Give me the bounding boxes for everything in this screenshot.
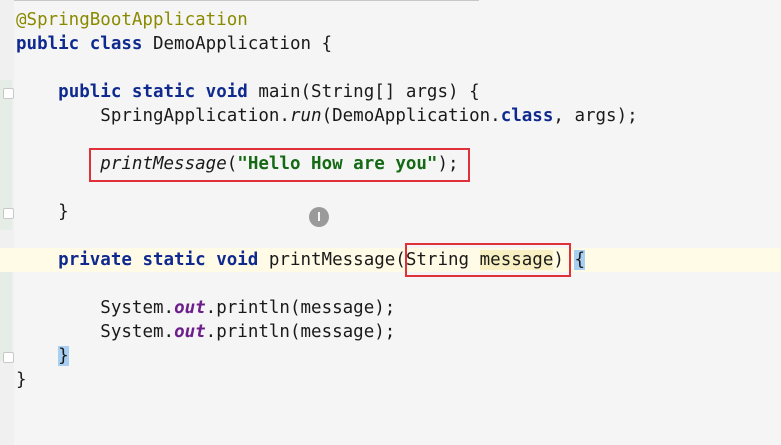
code-line-16: }	[16, 368, 776, 392]
code-text: SpringApplication.	[100, 106, 290, 126]
code-line-5: SpringApplication.run(DemoApplication.cl…	[16, 104, 776, 128]
closing-brace: }	[58, 202, 69, 222]
code-text: , args);	[553, 106, 638, 126]
code-line-11: private static void printMessage(String …	[16, 248, 776, 272]
code-text: System.	[100, 298, 175, 318]
code-line-13: System.out.println(message);	[16, 296, 776, 320]
fold-icon[interactable]	[3, 88, 14, 99]
code-line-4: public static void main(String[] args) {	[16, 80, 776, 104]
code-text: )	[553, 250, 564, 270]
param-name: message	[479, 250, 554, 270]
code-line-1: @SpringBootApplication	[16, 8, 776, 32]
code-text: (	[226, 154, 238, 174]
editor-top-rule	[14, 0, 479, 1]
code-line-15: }	[16, 344, 776, 368]
method-signature: main(String[] args) {	[247, 82, 480, 102]
annotation: @SpringBootApplication	[16, 10, 248, 30]
code-line-14: System.out.println(message);	[16, 320, 776, 344]
class-name: DemoApplication {	[142, 34, 333, 54]
code-text: .println(message);	[205, 298, 396, 318]
keyword: public static void	[58, 82, 248, 102]
method-name: printMessage(	[258, 250, 406, 270]
code-text: (DemoApplication.	[321, 106, 501, 126]
fold-icon[interactable]	[3, 208, 14, 219]
editor-gutter	[0, 0, 14, 445]
matched-brace: }	[58, 346, 69, 366]
code-line-9: }	[16, 200, 776, 224]
code-text: .println(message);	[205, 322, 396, 342]
keyword: private static void	[58, 250, 259, 270]
closing-brace: }	[16, 370, 27, 390]
string-literal: "Hello How are you"	[237, 154, 438, 174]
code-text: );	[437, 154, 459, 174]
code-line-7: printMessage("Hello How are you");	[16, 152, 776, 176]
keyword: public class	[16, 34, 143, 54]
fold-icon[interactable]	[3, 352, 14, 363]
code-editor[interactable]: @SpringBootApplication public class Demo…	[16, 8, 776, 392]
static-field: out	[174, 322, 206, 342]
static-field: out	[174, 298, 206, 318]
static-method-call: run	[289, 106, 322, 126]
text-cursor-icon: 𝐈	[309, 207, 329, 227]
method-call: printMessage	[100, 154, 227, 174]
param-type: String	[405, 250, 480, 270]
matched-brace: {	[574, 250, 586, 270]
code-text: System.	[100, 322, 175, 342]
code-line-2: public class DemoApplication {	[16, 32, 776, 56]
keyword: class	[500, 106, 554, 126]
